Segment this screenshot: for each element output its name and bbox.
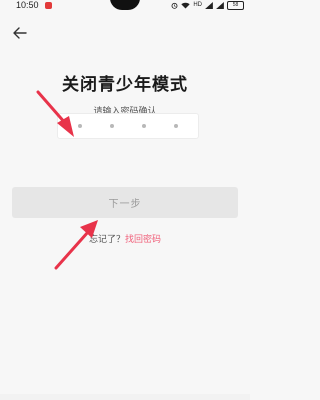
arrow-left-icon [13, 27, 27, 39]
home-indicator [0, 394, 250, 400]
pin-dot [174, 124, 178, 128]
forgot-password-row: 忘记了？找回密码 [0, 232, 250, 245]
back-button[interactable] [10, 24, 30, 42]
battery-icon: 58 [227, 1, 244, 10]
status-icons: HD 58 [171, 0, 244, 11]
status-time: 10:50 [16, 0, 39, 10]
recover-password-link[interactable]: 找回密码 [125, 235, 161, 245]
pin-dot [110, 124, 114, 128]
status-bar: 10:50 HD 58 [0, 0, 250, 12]
pin-dot [78, 124, 82, 128]
signal-2-icon [216, 2, 224, 9]
app-notification-icon [45, 2, 52, 9]
alarm-icon [171, 2, 178, 9]
password-input[interactable] [57, 113, 199, 139]
camera-notch [110, 0, 140, 10]
teen-mode-screen: 10:50 HD 58 关闭青少年模式 请输入密码确认 下一步 忘记了？找回密码 [0, 0, 250, 400]
network-label: HD [193, 2, 202, 8]
page-title: 关闭青少年模式 [62, 75, 188, 95]
next-step-button[interactable]: 下一步 [12, 187, 238, 218]
forgot-prefix: 忘记了？ [88, 235, 125, 245]
pin-dot [142, 124, 146, 128]
signal-icon [205, 2, 213, 9]
wifi-icon [181, 2, 190, 9]
